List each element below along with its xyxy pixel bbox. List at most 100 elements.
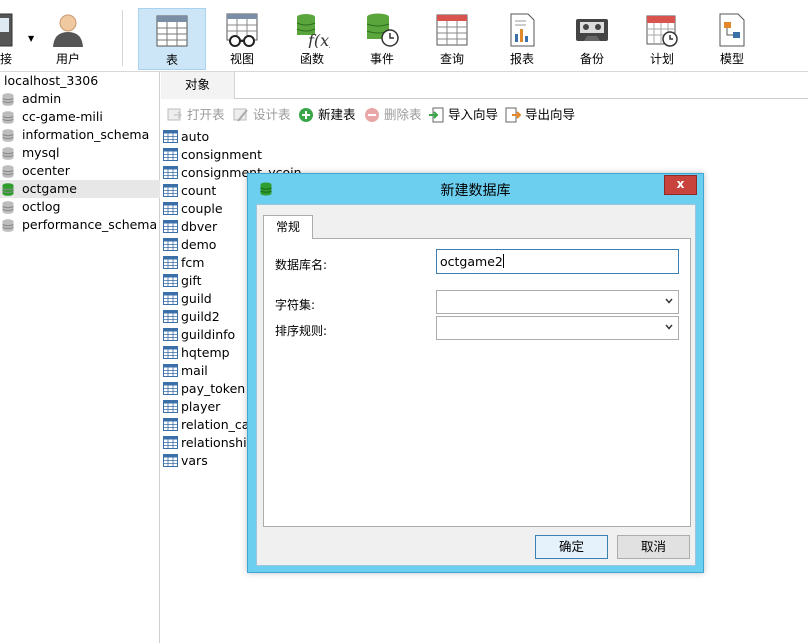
table-label: count (181, 183, 217, 198)
tree-database-item[interactable]: performance_schema (0, 216, 160, 234)
tree-database-item[interactable]: cc-game-mili (0, 108, 160, 126)
open-table-icon (167, 108, 183, 121)
tab-objects[interactable]: 对象 (161, 72, 235, 99)
cancel-button[interactable]: 取消 (617, 535, 690, 559)
toolbar-report-label: 报表 (509, 52, 534, 66)
main-toolbar: ▼ 接 用户 表 视图 f(x 函数 事件 查询 报表 备份 计划 模型 (0, 0, 808, 72)
toolbar-model-button[interactable]: 模型 (698, 8, 766, 70)
table-icon (163, 310, 178, 323)
export-icon (505, 107, 521, 123)
general-pane: 数据库名: octgame2 字符集: 排序规则: (263, 238, 691, 527)
toolbar-user-button[interactable]: 用户 (34, 8, 102, 70)
toolbar-view-button[interactable]: 视图 (208, 8, 276, 70)
toolbar-table-button[interactable]: 表 (138, 8, 206, 70)
toolbar-user-label: 用户 (55, 52, 80, 66)
database-icon (2, 183, 14, 196)
database-label: admin (22, 91, 62, 106)
toolbar-schedule-label: 计划 (649, 52, 674, 66)
user-icon (53, 14, 83, 47)
table-icon (163, 130, 178, 143)
ok-button[interactable]: 确定 (535, 535, 608, 559)
table-label: couple (181, 201, 223, 216)
table-label: guild (181, 291, 212, 306)
table-icon (163, 274, 178, 287)
toolbar-backup-button[interactable]: 备份 (558, 8, 626, 70)
add-icon (299, 108, 313, 122)
table-icon (163, 364, 178, 377)
text-cursor (502, 254, 504, 268)
table-label: hqtemp (181, 345, 230, 360)
table-icon (163, 166, 178, 179)
table-label: vars (181, 453, 208, 468)
table-label: relation_cac (181, 417, 257, 432)
event-icon (366, 13, 399, 47)
table-icon (156, 15, 188, 47)
table-icon (163, 328, 178, 341)
table-label: guildinfo (181, 327, 236, 342)
tree-connection[interactable]: localhost_3306 (0, 72, 160, 90)
tree-database-item[interactable]: admin (0, 90, 160, 108)
toolbar-query-label: 查询 (439, 52, 464, 66)
tree-database-item[interactable]: octlog (0, 198, 160, 216)
dialog-body: 常规 数据库名: octgame2 字符集: 排序规则: 确定 取消 (256, 204, 696, 566)
schedule-icon (646, 15, 678, 47)
table-icon (163, 202, 178, 215)
svg-text:f(x): f(x) (307, 31, 330, 48)
charset-select[interactable] (436, 290, 679, 314)
database-label: information_schema (22, 127, 150, 142)
database-label: octlog (22, 199, 61, 214)
tree-database-item[interactable]: information_schema (0, 126, 160, 144)
database-label: mysql (22, 145, 60, 160)
design-table-icon (233, 108, 248, 122)
database-icon (2, 111, 14, 124)
tree-database-item[interactable]: octgame (0, 180, 160, 198)
table-label: player (181, 399, 221, 414)
toolbar-event-label: 事件 (369, 52, 394, 66)
table-icon (163, 238, 178, 251)
new-database-dialog: 新建数据库 x 常规 数据库名: octgame2 字符集: 排序规则: 确定 … (247, 173, 704, 573)
chevron-down-icon (665, 298, 673, 304)
toolbar-query-button[interactable]: 查询 (418, 8, 486, 70)
table-icon (163, 436, 178, 449)
close-button[interactable]: x (664, 175, 697, 195)
table-label: auto (181, 129, 210, 144)
table-icon (163, 346, 178, 359)
collation-label: 排序规则: (275, 324, 328, 338)
toolbar-connection-label: 接 (0, 52, 13, 66)
table-label: relationship (181, 435, 255, 450)
database-icon (2, 219, 14, 232)
toolbar-view-label: 视图 (229, 52, 254, 66)
table-icon (163, 454, 178, 467)
table-label: dbver (181, 219, 218, 234)
toolbar-function-button[interactable]: f(x) 函数 (278, 8, 346, 70)
database-label: cc-game-mili (22, 109, 103, 124)
table-icon (163, 184, 178, 197)
toolbar-report-button[interactable]: 报表 (488, 8, 556, 70)
tree-database-item[interactable]: ocenter (0, 162, 160, 180)
connection-tree: localhost_3306 admin cc-game-mili informat… (0, 72, 160, 643)
table-label: guild2 (181, 309, 220, 324)
table-icon (163, 256, 178, 269)
table-label: gift (181, 273, 202, 288)
view-icon (226, 13, 258, 47)
model-icon (719, 13, 745, 47)
database-label: performance_schema (22, 217, 158, 232)
toolbar-schedule-button[interactable]: 计划 (628, 8, 696, 70)
dialog-title-bar[interactable]: 新建数据库 x (248, 174, 703, 204)
table-label: mail (181, 363, 208, 378)
table-icon (163, 418, 178, 431)
database-label: octgame (22, 181, 77, 196)
db-name-field[interactable]: octgame2 (436, 249, 679, 274)
toolbar-event-button[interactable]: 事件 (348, 8, 416, 70)
toolbar-function-label: 函数 (299, 52, 324, 66)
object-toolbar: 打开表 设计表 新建表 删除表 导入向导 导出向导 (161, 104, 808, 128)
report-icon (510, 13, 535, 47)
toolbar-backup-label: 备份 (579, 52, 604, 66)
object-tab-bar: 对象 (161, 72, 808, 99)
tab-general[interactable]: 常规 (263, 215, 313, 239)
import-icon (429, 107, 444, 123)
tree-database-item[interactable]: mysql (0, 144, 160, 162)
backup-icon (576, 19, 608, 41)
collation-select[interactable] (436, 316, 679, 340)
table-icon (163, 148, 178, 161)
